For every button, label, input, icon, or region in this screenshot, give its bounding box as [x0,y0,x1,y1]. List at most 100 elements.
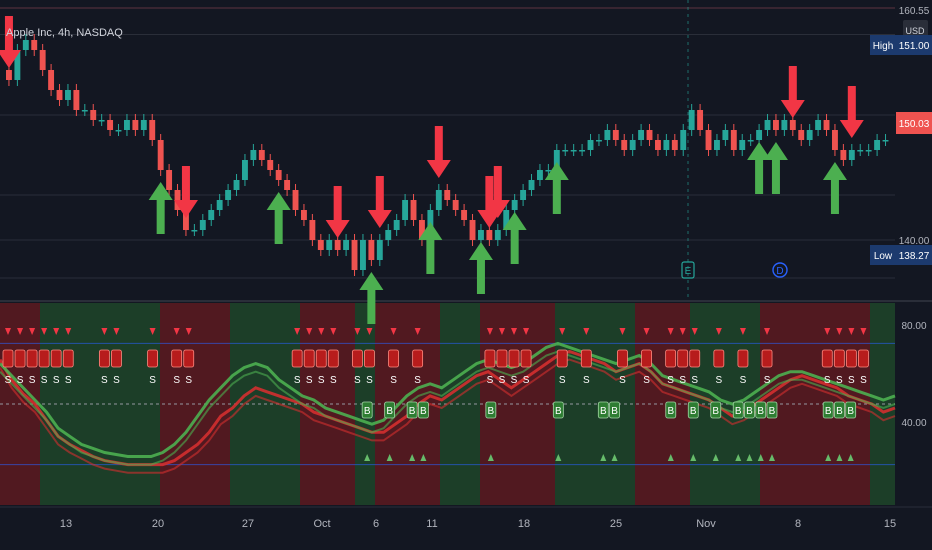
low-label: Low [874,251,893,262]
buy-signal-label: B [420,406,427,417]
buy-signal-label: B [769,406,776,417]
candle [882,140,889,142]
currency-label: USD [905,26,925,36]
buy-signal-label: B [847,406,854,417]
candle [6,70,12,80]
low-value: 138.27 [899,251,930,262]
sell-signal-label: S [619,375,626,386]
candle [393,220,400,230]
sell-signal-label: S [740,375,747,386]
sell-signal-box [484,349,496,368]
candle [688,110,695,130]
sell-signal-label: S [716,375,723,386]
candle [98,120,105,122]
buy-signal-label: B [746,406,753,417]
sell-signal-label: S [499,375,506,386]
candle [199,220,206,230]
sell-signal-box [50,349,62,368]
candle [317,240,324,250]
candle [376,240,383,260]
sell-signal-box [520,349,532,368]
sell-signal-box [38,349,50,368]
candle [806,130,813,140]
candle [730,130,737,150]
candle [848,150,855,160]
sell-signal-box [858,349,869,368]
candle [309,220,316,240]
candle [73,90,80,110]
candle [402,200,409,220]
candle [874,140,881,150]
sell-signal-label: S [65,375,72,386]
sell-signal-label: S [354,375,361,386]
candle [225,190,232,200]
sell-signal-box [737,349,749,368]
candle [39,50,46,70]
candle [587,140,594,150]
sell-signal-label: S [330,375,337,386]
candle [242,160,248,180]
candle [444,190,451,200]
last-price: 150.03 [899,119,930,130]
candle [216,200,223,210]
sell-signal-label: S [487,375,494,386]
sell-signal-box [183,349,195,368]
candle [81,110,88,112]
sell-signal-box [508,349,520,368]
buy-signal-label: B [364,406,371,417]
candle [478,230,484,240]
candle [284,180,291,190]
candle [410,200,417,220]
sell-signal-box [412,349,424,368]
sell-signal-box [315,349,327,368]
buy-signal-label: B [488,406,495,417]
sell-signal-box [580,349,592,368]
sell-signal-label: S [113,375,120,386]
candle [579,150,586,152]
sell-signal-label: S [185,375,192,386]
candle [48,70,55,90]
sell-signal-label: S [583,375,590,386]
candle [646,130,653,140]
sell-signal-box [303,349,315,368]
candle [739,140,746,150]
buy-signal-label: B [611,406,618,417]
sell-signal-box [388,349,399,368]
sell-signal-box [62,349,74,368]
candle [663,140,670,150]
buy-signal-label: B [555,406,562,417]
candle [705,130,712,150]
sell-signal-label: S [824,375,831,386]
candle [360,240,366,270]
sell-signal-box [556,349,568,368]
time-tick: Nov [696,518,716,530]
buy-signal-label: B [735,406,742,417]
time-tick: 27 [242,518,254,530]
candle [798,130,805,140]
buy-signal-label: B [409,406,416,417]
sell-signal-box [689,349,701,368]
candle [233,180,240,190]
sell-signal-label: S [53,375,60,386]
sell-signal-label: S [836,375,843,386]
candle [789,120,796,130]
buy-signal-label: B [836,406,843,417]
sell-signal-label: S [29,375,36,386]
candle [258,150,265,160]
sell-signal-box [364,349,375,368]
sell-signal-box [2,349,14,368]
chart-canvas[interactable]: E DS S S S S S S S S S S S S S S S S S S S S S S S S S S S S S S S S S S S SB… [0,0,932,550]
candle [115,130,122,132]
sell-signal-box [327,349,339,368]
candle [671,140,678,150]
sell-signal-label: S [306,375,313,386]
candle [124,120,130,130]
high-value: 151.00 [899,41,930,52]
buy-signal-label: B [712,406,719,417]
candle [680,130,687,150]
candle [722,130,729,140]
candle [132,120,139,130]
buy-signal-label: B [386,406,393,417]
sell-signal-label: S [667,375,674,386]
sell-signal-label: S [523,375,530,386]
